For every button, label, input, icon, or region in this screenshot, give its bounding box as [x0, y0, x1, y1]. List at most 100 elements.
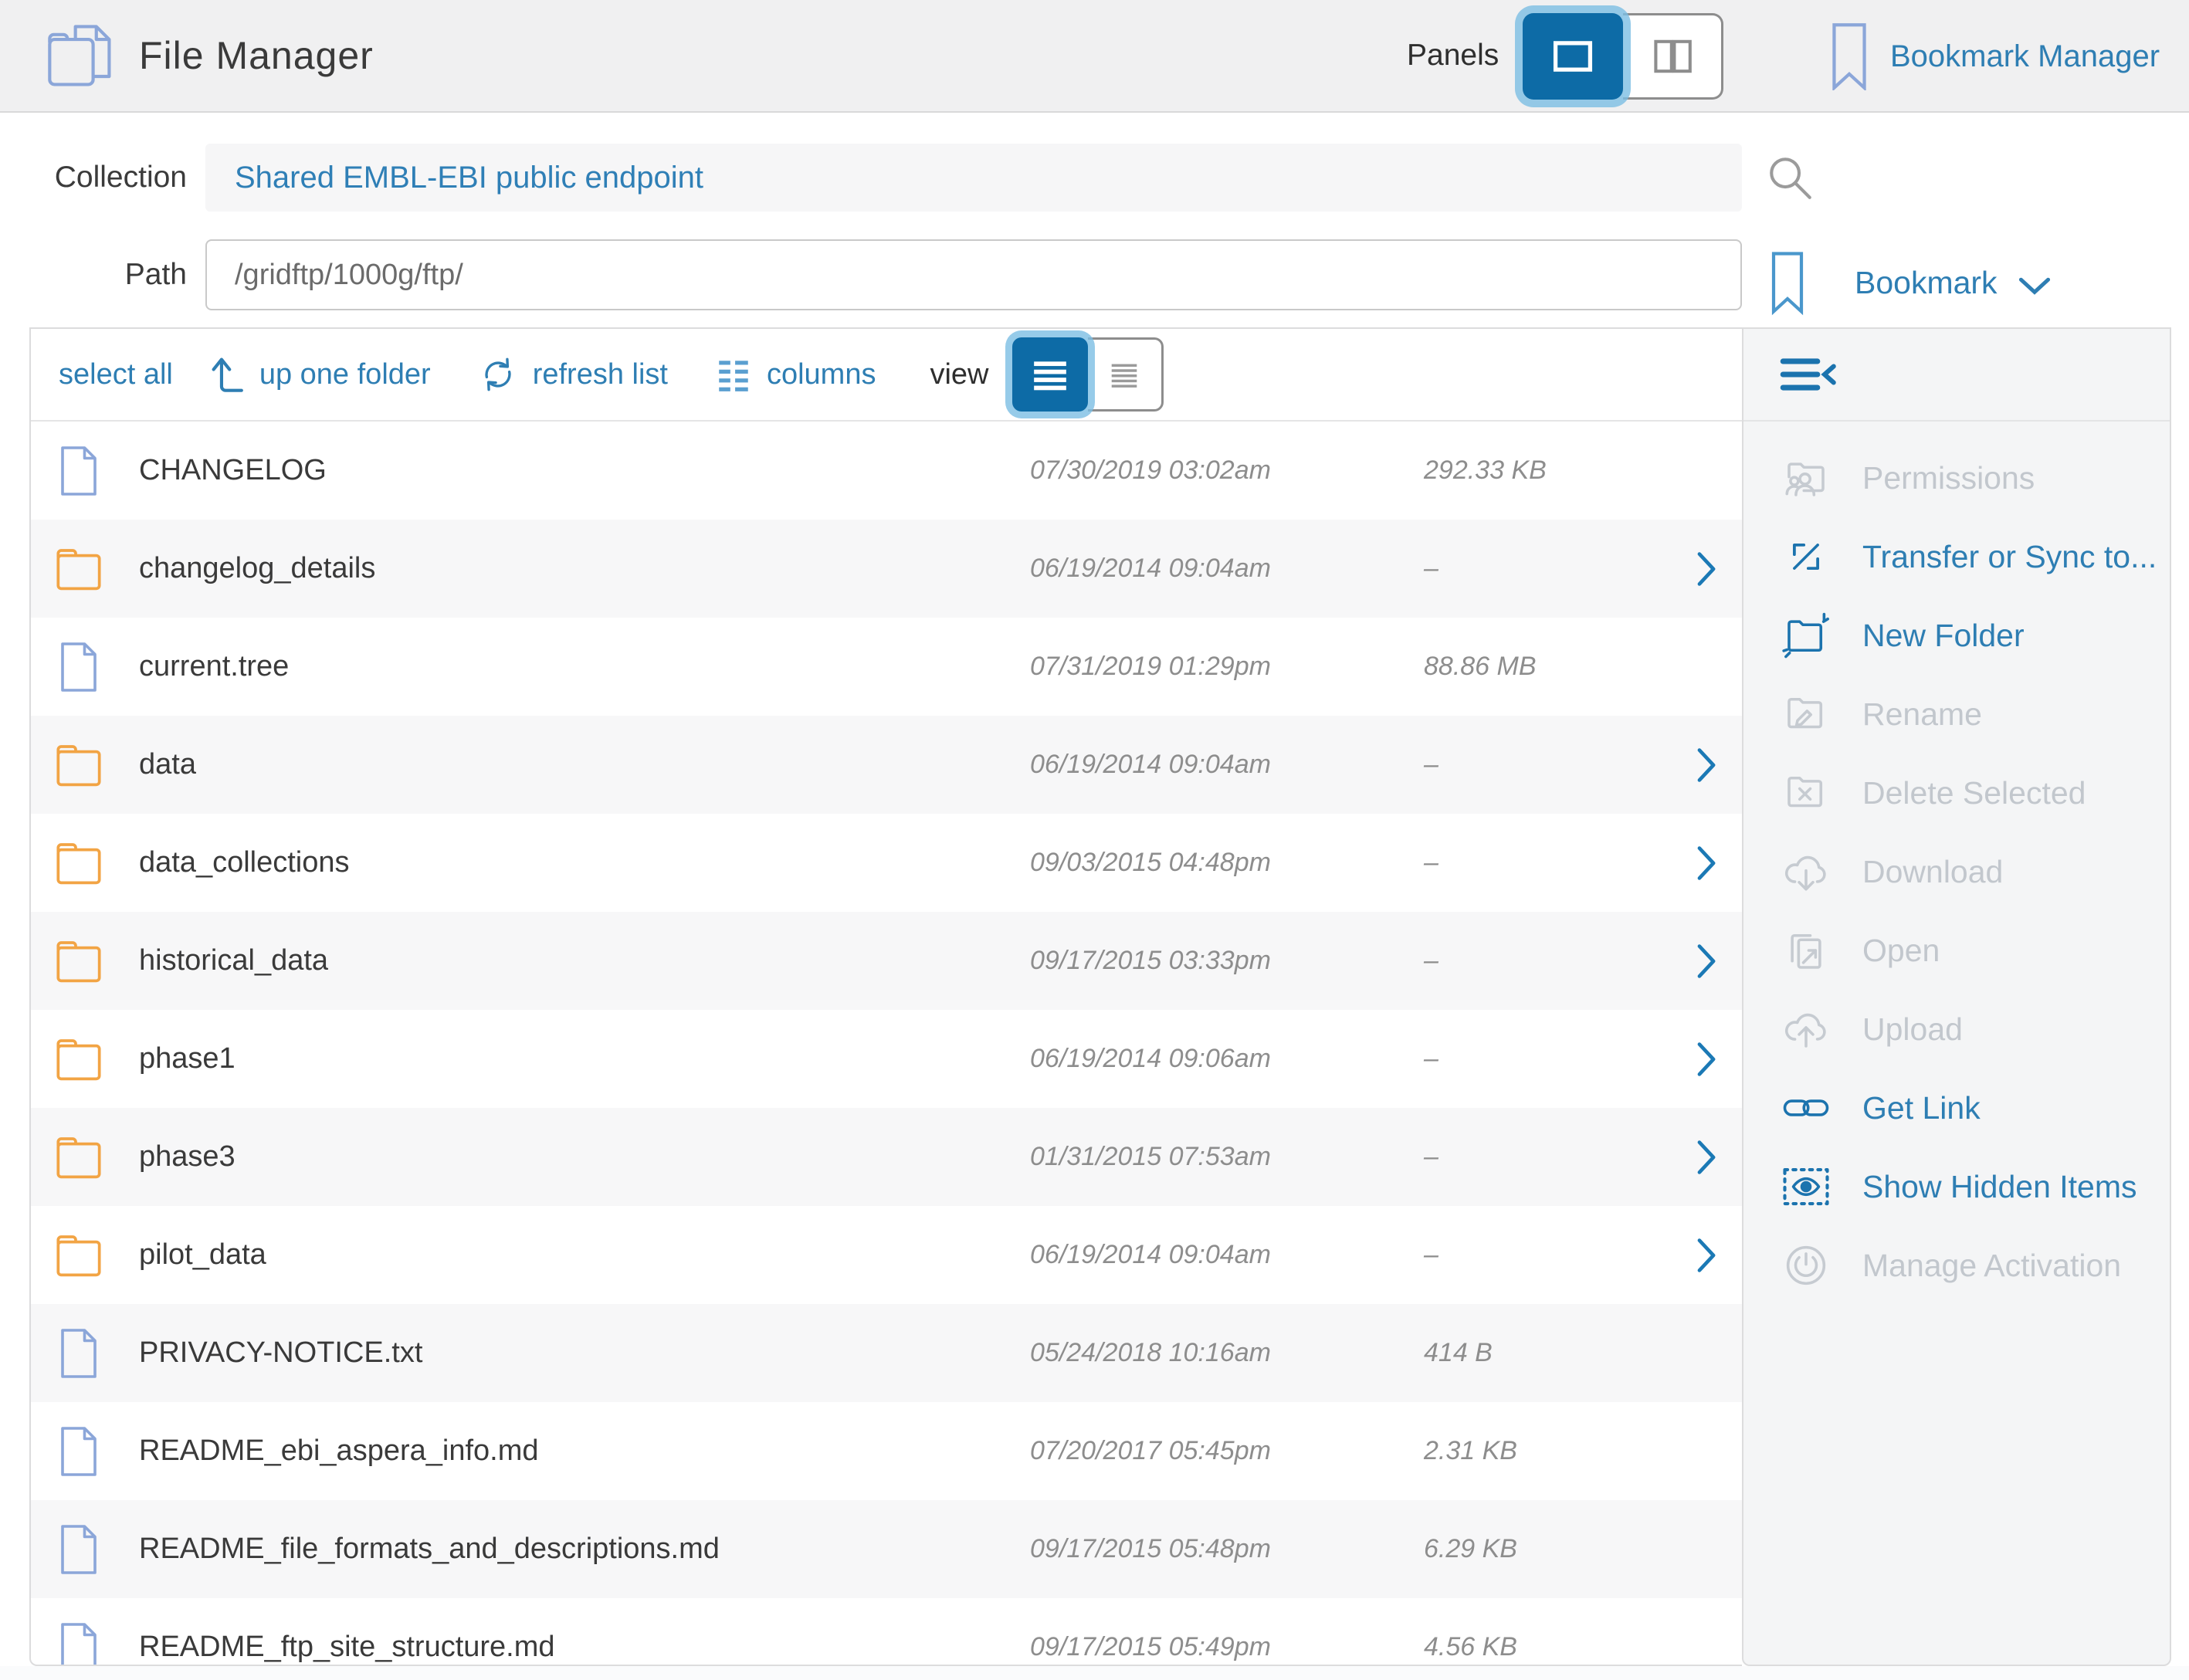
file-icon: [58, 1622, 100, 1667]
sidebar-item[interactable]: Download: [1743, 832, 2170, 911]
bookmark-dropdown[interactable]: Bookmark: [1771, 249, 2052, 317]
sidebar-item[interactable]: Manage Activation: [1743, 1226, 2170, 1305]
panels-label: Panels: [1407, 0, 1499, 111]
select-all-button[interactable]: select all: [59, 358, 173, 391]
file-date: 07/20/2017 05:45pm: [1030, 1436, 1424, 1466]
chevron-right-icon[interactable]: [1671, 748, 1742, 782]
sidebar-header: [1743, 329, 2170, 422]
bookmark-manager-label: Bookmark Manager: [1890, 39, 2160, 74]
file-size: –: [1424, 750, 1671, 780]
file-name: README_ftp_site_structure.md: [139, 1631, 1030, 1664]
sidebar-item-label: Get Link: [1862, 1090, 1981, 1126]
up-one-folder-button[interactable]: up one folder: [212, 354, 431, 395]
view-label: view: [930, 358, 988, 391]
file-row[interactable]: historical_data 09/17/2015 03:33pm –: [31, 912, 1742, 1010]
file-row[interactable]: data 06/19/2014 09:04am –: [31, 716, 1742, 814]
sidebar-item-label: Download: [1862, 854, 2003, 890]
file-size: 6.29 KB: [1424, 1534, 1671, 1564]
bookmark-manager-button[interactable]: Bookmark Manager: [1832, 0, 2160, 113]
chevron-right-icon[interactable]: [1671, 1238, 1742, 1272]
folder-icon: [54, 839, 103, 887]
file-row[interactable]: phase3 01/31/2015 07:53am –: [31, 1108, 1742, 1206]
chevron-right-icon[interactable]: [1671, 846, 1742, 880]
refresh-icon: [477, 354, 519, 395]
app-header: File Manager Panels Bookmark Manager: [0, 0, 2189, 113]
sidebar-item-label: Upload: [1862, 1011, 1963, 1048]
file-row[interactable]: data_collections 09/03/2015 04:48pm –: [31, 814, 1742, 912]
file-size: –: [1424, 1044, 1671, 1074]
file-date: 06/19/2014 09:04am: [1030, 750, 1424, 780]
file-row[interactable]: CHANGELOG 07/30/2019 03:02am 292.33 KB: [31, 422, 1742, 520]
upload-icon: [1777, 1004, 1835, 1055]
file-name: phase1: [139, 1042, 1030, 1075]
condensed-view-button[interactable]: [1088, 337, 1164, 412]
file-row[interactable]: PRIVACY-NOTICE.txt 05/24/2018 10:16am 41…: [31, 1304, 1742, 1402]
file-icon: [58, 1524, 100, 1575]
file-size: 88.86 MB: [1424, 652, 1671, 682]
sidebar-item[interactable]: New Folder: [1743, 596, 2170, 675]
sidebar-item[interactable]: Show Hidden Items: [1743, 1147, 2170, 1226]
chevron-right-icon[interactable]: [1671, 1042, 1742, 1076]
refresh-list-button[interactable]: refresh list: [477, 354, 668, 395]
sidebar-item-label: Delete Selected: [1862, 775, 2086, 811]
sidebar-menu: Permissions Transfer or Sync to... New F…: [1743, 422, 2170, 1305]
bookmark-icon: [1771, 249, 1804, 317]
file-date: 05/24/2018 10:16am: [1030, 1338, 1424, 1368]
file-name: README_ebi_aspera_info.md: [139, 1434, 1030, 1468]
sidebar-item[interactable]: Permissions: [1743, 439, 2170, 517]
sidebar-item-label: Open: [1862, 933, 1940, 969]
file-size: –: [1424, 1142, 1671, 1172]
folder-icon: [54, 1231, 103, 1279]
path-input[interactable]: /gridftp/1000g/ftp/: [205, 239, 1742, 310]
file-row[interactable]: current.tree 07/31/2019 01:29pm 88.86 MB: [31, 618, 1742, 716]
chevron-down-icon: [2018, 276, 2052, 297]
folder-icon: [54, 1133, 103, 1181]
show-hidden-icon: [1777, 1161, 1835, 1212]
file-date: 09/17/2015 03:33pm: [1030, 946, 1424, 976]
dual-panel-button[interactable]: [1623, 13, 1723, 100]
file-row[interactable]: changelog_details 06/19/2014 09:04am –: [31, 520, 1742, 618]
file-date: 06/19/2014 09:06am: [1030, 1044, 1424, 1074]
sidebar-item[interactable]: Upload: [1743, 990, 2170, 1069]
columns-icon: [714, 355, 753, 394]
file-name: current.tree: [139, 650, 1030, 683]
folder-icon: [54, 545, 103, 593]
sidebar-item[interactable]: Transfer or Sync to...: [1743, 517, 2170, 596]
file-date: 09/17/2015 05:48pm: [1030, 1534, 1424, 1564]
file-size: 292.33 KB: [1424, 456, 1671, 486]
collection-field[interactable]: Shared EMBL-EBI public endpoint: [205, 144, 1742, 212]
sidebar-item[interactable]: Open: [1743, 911, 2170, 990]
transfer-icon: [1777, 531, 1835, 582]
list-view-button[interactable]: [1012, 337, 1088, 412]
file-size: –: [1424, 946, 1671, 976]
sidebar-item-label: Rename: [1862, 696, 1982, 733]
sidebar-item-label: Show Hidden Items: [1862, 1169, 2137, 1205]
sidebar-item[interactable]: Get Link: [1743, 1069, 2170, 1147]
file-name: README_file_formats_and_descriptions.md: [139, 1533, 1030, 1566]
view-toggle: [1012, 337, 1164, 412]
sidebar-item-label: Permissions: [1862, 460, 2035, 496]
chevron-right-icon[interactable]: [1671, 552, 1742, 586]
manage-activation-icon: [1777, 1240, 1835, 1291]
file-row[interactable]: phase1 06/19/2014 09:06am –: [31, 1010, 1742, 1108]
single-panel-button[interactable]: [1523, 13, 1623, 100]
file-row[interactable]: README_file_formats_and_descriptions.md …: [31, 1500, 1742, 1598]
file-name: PRIVACY-NOTICE.txt: [139, 1336, 1030, 1370]
file-size: –: [1424, 554, 1671, 584]
chevron-right-icon[interactable]: [1671, 1140, 1742, 1174]
file-date: 01/31/2015 07:53am: [1030, 1142, 1424, 1172]
file-row[interactable]: pilot_data 06/19/2014 09:04am –: [31, 1206, 1742, 1304]
chevron-right-icon[interactable]: [1671, 944, 1742, 978]
file-row[interactable]: README_ebi_aspera_info.md 07/20/2017 05:…: [31, 1402, 1742, 1500]
file-date: 07/31/2019 01:29pm: [1030, 652, 1424, 682]
collapse-panel-icon[interactable]: [1779, 355, 1838, 394]
sidebar-item-label: Transfer or Sync to...: [1862, 539, 2157, 575]
search-icon[interactable]: [1765, 153, 1816, 204]
sidebar-item[interactable]: Delete Selected: [1743, 754, 2170, 832]
sidebar-item[interactable]: Rename: [1743, 675, 2170, 754]
folder-icon: [54, 1035, 103, 1083]
permissions-icon: [1777, 452, 1835, 503]
file-row[interactable]: README_ftp_site_structure.md 09/17/2015 …: [31, 1598, 1742, 1666]
columns-button[interactable]: columns: [714, 355, 876, 394]
delete-icon: [1777, 767, 1835, 818]
